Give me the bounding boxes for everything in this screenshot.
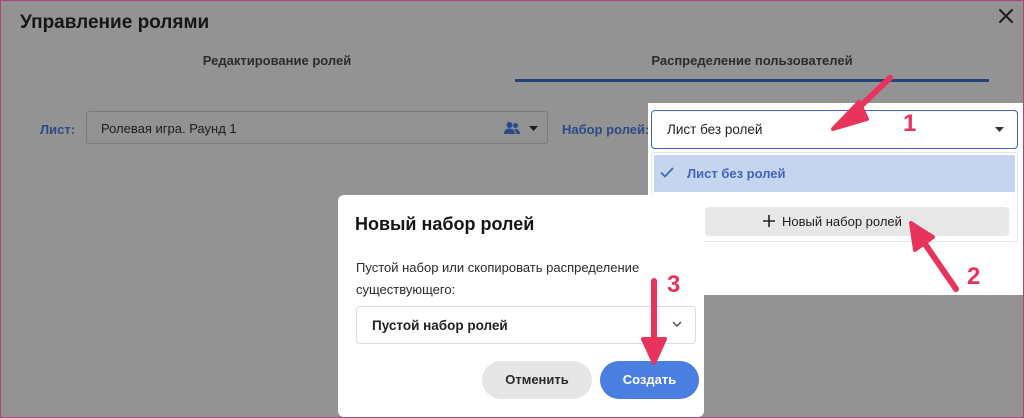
sheet-select-value: Ролевая игра. Раунд 1: [101, 121, 237, 136]
copy-source-select-value: Пустой набор ролей: [372, 318, 508, 333]
chevron-down-icon: [672, 321, 682, 328]
copy-source-select[interactable]: Пустой набор ролей: [356, 306, 696, 344]
dialog-title: Новый набор ролей: [355, 214, 535, 234]
users-icon: [504, 122, 520, 134]
tab-user-distribution[interactable]: Распределение пользователей: [515, 53, 989, 68]
role-set-option[interactable]: Лист без ролей: [654, 155, 1015, 192]
sheet-label: Лист:: [40, 122, 76, 137]
page-title: Управление ролями: [20, 12, 210, 33]
new-role-set-button[interactable]: Новый набор ролей: [705, 207, 1009, 236]
new-role-set-button-label: Новый набор ролей: [782, 214, 902, 229]
cancel-button[interactable]: Отменить: [482, 361, 592, 399]
annotation-step-2: 2: [967, 263, 981, 290]
annotation-step-1: 1: [903, 110, 917, 137]
tab-edit-roles[interactable]: Редактирование ролей: [117, 53, 437, 68]
plus-icon: [763, 215, 775, 227]
create-button[interactable]: Создать: [600, 361, 699, 399]
close-icon[interactable]: [997, 7, 1015, 25]
role-set-select[interactable]: Лист без ролей: [651, 110, 1018, 149]
active-tab-indicator: [515, 79, 989, 82]
dialog-description: Пустой набор или скопировать распределен…: [356, 260, 640, 297]
role-set-select-value: Лист без ролей: [667, 122, 763, 137]
role-set-label: Набор ролей:: [562, 122, 650, 137]
sheet-select[interactable]: Ролевая игра. Раунд 1: [86, 111, 548, 144]
annotation-step-3: 3: [667, 271, 681, 298]
caret-down-icon: [995, 127, 1004, 132]
screenshot-frame: Управление ролями Редактирование ролей Р…: [0, 0, 1024, 418]
check-icon: [660, 167, 674, 178]
role-set-option-label: Лист без ролей: [687, 166, 786, 181]
caret-down-icon: [529, 126, 538, 131]
